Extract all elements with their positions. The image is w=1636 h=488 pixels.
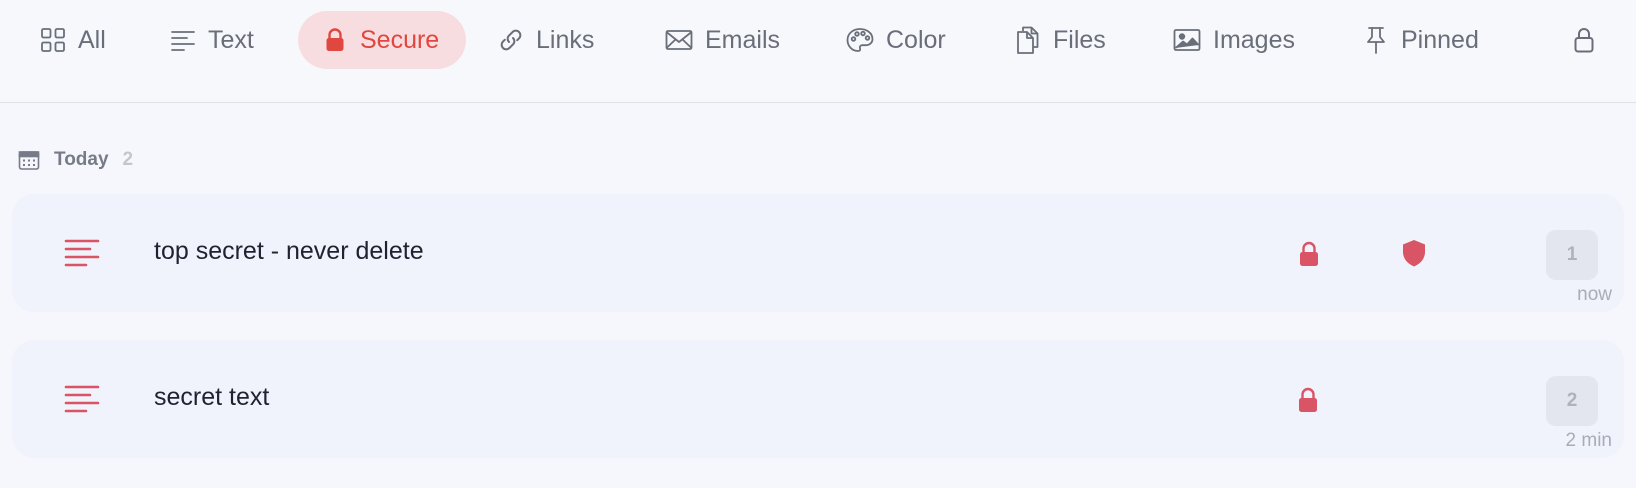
filter-tab-bar: All Text Secure Links Emails Color Files… xyxy=(0,0,1636,103)
lock-icon xyxy=(1299,387,1317,412)
list-item[interactable]: secret text 2 2 min xyxy=(12,340,1624,458)
files-icon xyxy=(1017,26,1039,54)
calendar-icon xyxy=(18,151,40,170)
list-item[interactable]: top secret - never delete 1 now xyxy=(12,194,1624,312)
grid-icon xyxy=(41,28,65,52)
lock-icon xyxy=(326,28,344,51)
envelope-icon xyxy=(665,30,693,50)
lock-outline-icon xyxy=(1574,28,1594,53)
item-shortcut-index: 2 xyxy=(1546,376,1598,426)
tab-links-label: Links xyxy=(536,25,595,54)
tab-all-label: All xyxy=(78,25,106,54)
item-timestamp: now xyxy=(1577,284,1612,305)
section-title: Today xyxy=(54,149,109,170)
tab-text-label: Text xyxy=(208,25,254,54)
section-header-today: Today 2 xyxy=(18,146,133,174)
section-count: 2 xyxy=(122,149,134,170)
tab-emails[interactable]: Emails xyxy=(645,11,802,69)
tab-text[interactable]: Text xyxy=(150,11,276,69)
shield-icon xyxy=(1403,240,1425,267)
pin-icon xyxy=(1367,27,1385,54)
item-shortcut-index: 1 xyxy=(1546,230,1598,280)
tab-secure[interactable]: Secure xyxy=(298,11,466,69)
tab-links[interactable]: Links xyxy=(478,11,616,69)
tab-pinned-label: Pinned xyxy=(1401,25,1479,54)
text-lines-icon xyxy=(171,31,195,51)
tab-emails-label: Emails xyxy=(705,25,781,54)
lock-toggle-button[interactable] xyxy=(1568,24,1600,56)
text-item-icon xyxy=(64,239,100,267)
item-title: top secret - never delete xyxy=(154,237,424,265)
item-timestamp: 2 min xyxy=(1565,430,1612,451)
tab-color-label: Color xyxy=(886,25,946,54)
image-icon xyxy=(1173,29,1201,51)
palette-icon xyxy=(846,28,874,52)
tab-files-label: Files xyxy=(1053,25,1106,54)
tab-secure-label: Secure xyxy=(360,25,440,54)
text-item-icon xyxy=(64,385,100,413)
tab-images[interactable]: Images xyxy=(1153,11,1317,69)
tab-all[interactable]: All xyxy=(20,11,128,69)
link-icon xyxy=(500,29,522,51)
tab-pinned[interactable]: Pinned xyxy=(1343,11,1501,69)
tab-files[interactable]: Files xyxy=(995,11,1128,69)
item-title: secret text xyxy=(154,383,270,411)
lock-icon xyxy=(1300,241,1318,266)
tab-color[interactable]: Color xyxy=(826,11,968,69)
tab-images-label: Images xyxy=(1213,25,1295,54)
